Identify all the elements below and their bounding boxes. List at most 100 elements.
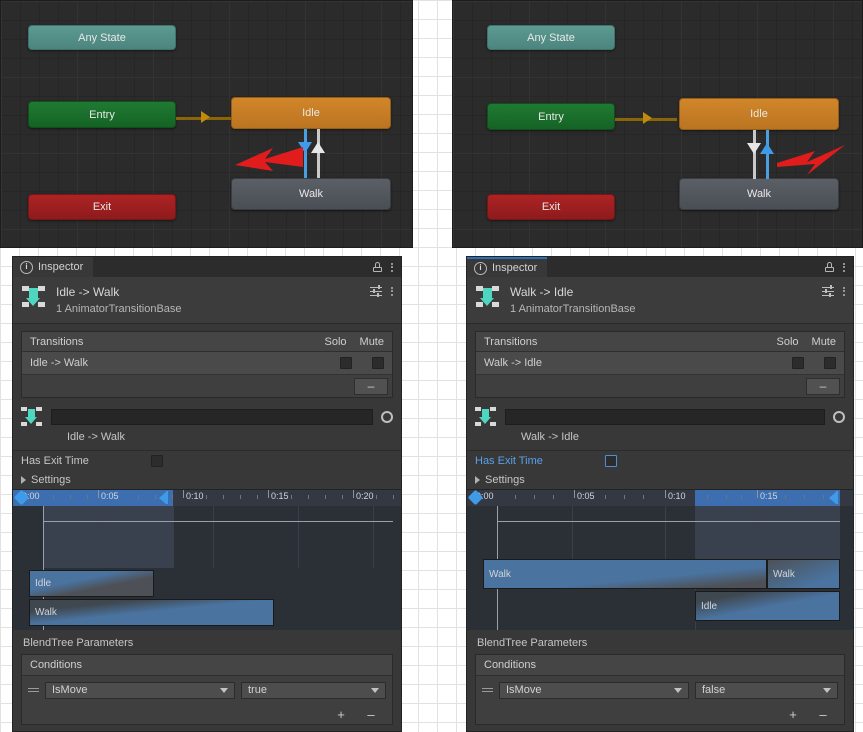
transition-timeline-left[interactable]: 0:00 0:05 0:10 0:15 0:20 Idle Walk — [13, 489, 401, 630]
mute-checkbox[interactable] — [372, 357, 384, 369]
transition-asset-block-right: Walk -> Idle — [467, 398, 853, 451]
lock-icon[interactable] — [373, 262, 382, 272]
inspector-header: Idle -> Walk 1 AnimatorTransitionBase — [13, 277, 401, 324]
state-node-label: Walk — [298, 188, 324, 200]
more-options-icon[interactable] — [391, 262, 393, 272]
conditions-list-left: Conditions IsMove true + – — [21, 654, 393, 725]
annotation-arrow-left — [235, 147, 303, 171]
table-row[interactable]: Idle -> Walk — [22, 352, 392, 375]
condition-value-dropdown[interactable]: true — [241, 681, 386, 699]
add-condition-button[interactable]: + — [326, 706, 356, 722]
state-node-walk[interactable]: Walk — [231, 178, 391, 210]
state-node-walk[interactable]: Walk — [679, 178, 839, 210]
state-node-entry[interactable]: Entry — [487, 103, 615, 130]
state-node-exit[interactable]: Exit — [28, 194, 176, 220]
state-node-any-state[interactable]: Any State — [28, 25, 176, 50]
transition-name-field[interactable] — [51, 409, 373, 425]
preset-icon[interactable] — [822, 285, 834, 297]
comparison-panel-left: Any State Entry Exit Idle Walk i Inspect… — [0, 0, 414, 732]
mute-column-label: Mute — [811, 335, 836, 348]
transition-idle-to-walk-arrow[interactable] — [747, 143, 761, 154]
transition-walk-to-idle-arrow[interactable] — [311, 142, 325, 153]
timeline-ruler[interactable]: 0:00 0:05 0:10 0:15 0:20 — [13, 490, 401, 506]
timeline-clip-label: Walk — [773, 568, 795, 580]
state-node-label: Exit — [541, 201, 561, 213]
has-exit-time-checkbox[interactable] — [151, 455, 163, 467]
timeline-end-handle[interactable] — [829, 492, 836, 504]
timeline-clip-label: Idle — [35, 578, 52, 589]
settings-foldout-left[interactable]: Settings — [13, 471, 401, 489]
has-exit-time-row-left[interactable]: Has Exit Time — [13, 451, 401, 471]
timeline-end-handle[interactable] — [159, 492, 166, 504]
transitions-header-label: Transitions — [484, 335, 538, 348]
solo-checkbox[interactable] — [340, 357, 352, 369]
transition-walk-to-idle-line[interactable] — [766, 130, 769, 179]
add-condition-button[interactable]: + — [778, 706, 808, 722]
table-row[interactable]: Walk -> Idle — [476, 352, 844, 375]
remove-condition-button[interactable]: – — [356, 706, 386, 722]
transition-timeline-right[interactable]: 0:00 0:05 0:10 0:15 Walk Walk Idle — [467, 489, 853, 630]
chevron-down-icon — [823, 687, 831, 693]
settings-foldout-right[interactable]: Settings — [467, 471, 853, 489]
transition-name-field[interactable] — [505, 409, 825, 425]
state-node-label: Entry — [89, 108, 115, 121]
transition-walk-to-idle-line[interactable] — [317, 129, 320, 178]
tab-inspector[interactable]: i Inspector — [467, 257, 548, 277]
state-node-idle[interactable]: Idle — [231, 97, 391, 129]
condition-parameter-value: IsMove — [506, 684, 542, 696]
preset-icon[interactable] — [370, 285, 382, 297]
remove-transition-button[interactable]: – — [354, 377, 388, 395]
timeline-clip[interactable]: Walk — [29, 599, 274, 626]
more-options-icon[interactable] — [843, 262, 845, 272]
condition-value-dropdown[interactable]: false — [695, 681, 838, 699]
state-node-label: Idle — [302, 107, 320, 119]
chevron-right-icon — [21, 476, 26, 484]
state-node-label: Entry — [538, 110, 564, 123]
conditions-label: Conditions — [30, 659, 82, 671]
lock-icon[interactable] — [825, 262, 834, 272]
chevron-down-icon — [220, 687, 228, 693]
timeline-clip[interactable]: Idle — [29, 570, 154, 597]
tab-inspector[interactable]: i Inspector — [13, 257, 94, 277]
has-exit-time-checkbox[interactable] — [605, 455, 617, 467]
drag-handle-icon[interactable] — [28, 687, 39, 694]
timeline-end-bar[interactable] — [166, 491, 168, 504]
component-menu-icon[interactable] — [843, 286, 845, 296]
comparison-panel-right: Any State Entry Exit Idle Walk i Inspect… — [452, 0, 863, 732]
timeline-clip[interactable]: Idle — [695, 591, 840, 621]
transition-walk-to-idle-arrow[interactable] — [760, 143, 774, 154]
state-node-any-state[interactable]: Any State — [487, 25, 615, 50]
condition-row[interactable]: IsMove false — [476, 676, 844, 704]
timeline-clip[interactable]: Walk — [767, 559, 840, 589]
remove-condition-button[interactable]: – — [808, 706, 838, 722]
has-exit-time-row-right[interactable]: Has Exit Time — [467, 451, 853, 471]
inspector-title: Idle -> Walk — [56, 285, 120, 299]
component-menu-icon[interactable] — [391, 286, 393, 296]
annotation-arrow-right — [777, 145, 845, 175]
remove-transition-button[interactable]: – — [806, 377, 840, 395]
solo-checkbox[interactable] — [792, 357, 804, 369]
mute-checkbox[interactable] — [824, 357, 836, 369]
timeline-ruler[interactable]: 0:00 0:05 0:10 0:15 — [467, 490, 853, 506]
transitions-list-header: Transitions Solo Mute — [22, 332, 392, 352]
transition-idle-to-walk-line[interactable] — [753, 130, 756, 179]
gear-icon[interactable] — [833, 411, 845, 423]
animator-graph-right[interactable]: Any State Entry Exit Idle Walk — [452, 0, 863, 248]
condition-parameter-value: IsMove — [52, 684, 88, 696]
state-node-entry[interactable]: Entry — [28, 101, 176, 128]
tick-label: 0:20 — [356, 491, 374, 501]
transitions-list-footer: – — [22, 375, 392, 397]
condition-row[interactable]: IsMove true — [22, 676, 392, 704]
condition-parameter-dropdown[interactable]: IsMove — [45, 681, 235, 699]
transition-display-name: Idle -> Walk — [67, 431, 125, 443]
condition-parameter-dropdown[interactable]: IsMove — [499, 681, 689, 699]
inspector-panel-right: i Inspector Walk -> Idle 1 AnimatorTrans… — [466, 256, 854, 732]
timeline-clip[interactable]: Walk — [483, 559, 767, 589]
animator-graph-left[interactable]: Any State Entry Exit Idle Walk — [0, 0, 413, 248]
drag-handle-icon[interactable] — [482, 687, 493, 694]
settings-label: Settings — [485, 474, 525, 486]
timeline-end-bar[interactable] — [836, 491, 838, 504]
state-node-idle[interactable]: Idle — [679, 98, 839, 130]
gear-icon[interactable] — [381, 411, 393, 423]
state-node-exit[interactable]: Exit — [487, 194, 615, 220]
